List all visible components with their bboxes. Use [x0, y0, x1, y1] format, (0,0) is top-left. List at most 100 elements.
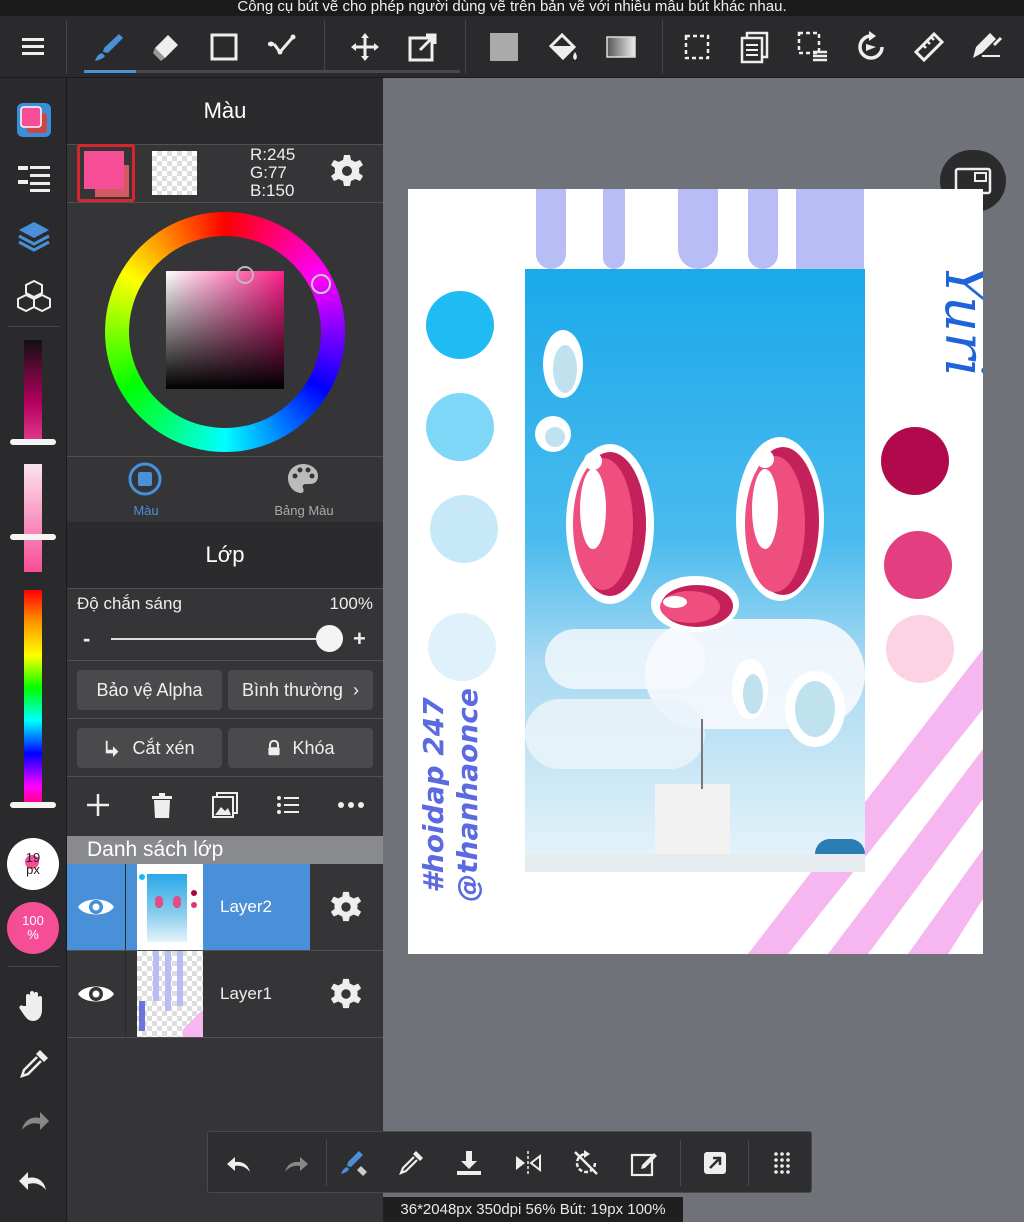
layer-copy-button[interactable] — [732, 24, 778, 70]
layer-more-button[interactable] — [336, 790, 366, 820]
layer-row[interactable]: Layer1 — [67, 951, 383, 1037]
rotate-tool-button[interactable] — [848, 24, 894, 70]
shape-tool-button[interactable] — [201, 24, 247, 70]
snap-tool-button[interactable] — [964, 24, 1010, 70]
tint-slider[interactable] — [24, 464, 42, 572]
shade-slider-thumb[interactable] — [10, 439, 56, 445]
redo-icon — [22, 1112, 49, 1130]
layer-visibility-toggle[interactable] — [67, 864, 125, 950]
hue-picker-handle[interactable] — [311, 274, 331, 294]
eyedropper-rail-button[interactable] — [10, 1040, 58, 1088]
tool-group-underline — [84, 70, 460, 73]
fill-color-button[interactable] — [481, 24, 527, 70]
layer-row[interactable]: Layer2 — [67, 864, 383, 950]
brush-size-label: 19 px — [25, 850, 41, 877]
drawing-document[interactable]: Yuri #hoidap 247 @thanhaonce — [408, 189, 983, 954]
menu-button[interactable] — [10, 24, 56, 70]
edit-canvas-button[interactable] — [623, 1142, 665, 1184]
brush-list-button[interactable] — [10, 154, 58, 202]
edit-canvas-icon — [630, 1153, 657, 1177]
brush-list-icon — [18, 166, 50, 192]
shade-slider[interactable] — [24, 340, 42, 443]
opacity-minus-button[interactable]: - — [83, 626, 90, 652]
primary-color-swatch[interactable] — [77, 144, 135, 202]
opacity-label: Độ chắn sáng — [77, 594, 182, 613]
tab-color-label: Màu — [133, 503, 159, 518]
transform-tool-button[interactable] — [400, 24, 446, 70]
layer-settings-button[interactable] — [329, 890, 365, 926]
lock-button[interactable]: Khóa — [228, 728, 373, 768]
blend-mode-button[interactable]: Bình thường › — [228, 670, 373, 710]
move-icon — [351, 33, 379, 61]
layers-button[interactable] — [10, 212, 58, 260]
brush-tool-button[interactable] — [86, 24, 132, 70]
status-bar: 36*2048px 350dpi 56% Bút: 19px 100% — [383, 1197, 683, 1222]
download-button[interactable] — [448, 1142, 490, 1184]
list-icon — [277, 796, 299, 814]
bucket-tool-button[interactable] — [540, 24, 586, 70]
opacity-slider-track[interactable] — [111, 638, 329, 640]
sv-picker-handle[interactable] — [236, 266, 254, 284]
tint-slider-thumb[interactable] — [10, 534, 56, 540]
color-swatch-icon — [17, 103, 51, 137]
share-button[interactable] — [694, 1142, 736, 1184]
undo-rail-button[interactable] — [10, 1156, 58, 1204]
layer-image-button[interactable] — [210, 790, 240, 820]
materials-icon — [17, 279, 51, 313]
rotate-reset-button[interactable] — [565, 1142, 607, 1184]
redo-button[interactable] — [275, 1142, 317, 1184]
layer-list-title: Danh sách lớp — [67, 836, 383, 864]
select-mode-button[interactable] — [790, 24, 836, 70]
tab-palette[interactable]: Bảng Màu — [225, 457, 383, 521]
signature-right: Yuri — [932, 264, 983, 377]
flip-horizontal-button[interactable] — [507, 1142, 549, 1184]
move-tool-button[interactable] — [342, 24, 388, 70]
clip-button[interactable]: Cắt xén — [77, 728, 222, 768]
gradient-tool-button[interactable] — [598, 24, 644, 70]
layer-visibility-toggle[interactable] — [67, 951, 125, 1037]
more-options-button[interactable] — [761, 1142, 803, 1184]
eraser-tool-button[interactable] — [143, 24, 189, 70]
secondary-color-swatch[interactable] — [152, 151, 197, 195]
dot-tool-button[interactable] — [259, 24, 305, 70]
lock-label: Khóa — [292, 737, 335, 758]
saturation-value-square[interactable] — [166, 271, 284, 389]
eye-icon — [78, 986, 114, 1002]
more-icon — [338, 802, 364, 808]
gear-icon — [330, 891, 362, 922]
add-layer-button[interactable] — [83, 790, 113, 820]
delete-layer-button[interactable] — [147, 790, 177, 820]
opacity-slider-thumb[interactable] — [316, 625, 343, 652]
color-settings-button[interactable] — [329, 153, 365, 189]
eyedropper-button[interactable] — [390, 1142, 432, 1184]
opacity-plus-button[interactable]: + — [353, 626, 366, 652]
hue-slider-thumb[interactable] — [10, 802, 56, 808]
select-tool-button[interactable] — [674, 24, 720, 70]
share-icon — [704, 1152, 726, 1174]
undo-button[interactable] — [218, 1142, 260, 1184]
brush-eraser-icon — [341, 1151, 367, 1176]
brush-eraser-toggle[interactable] — [333, 1142, 375, 1184]
alpha-protect-button[interactable]: Bảo vệ Alpha — [77, 670, 222, 710]
color-swatch-button[interactable] — [10, 96, 58, 144]
eye-icon — [78, 899, 114, 915]
layer-settings-button[interactable] — [329, 977, 365, 1013]
top-toolbar — [0, 16, 1024, 78]
tab-color[interactable]: Màu — [67, 457, 225, 521]
layer-list-button[interactable] — [273, 790, 303, 820]
ruler-tool-button[interactable] — [906, 24, 952, 70]
brush-opacity-button[interactable]: 100 % — [7, 902, 59, 954]
gear-icon — [330, 978, 362, 1009]
select-mode-icon — [797, 31, 827, 62]
layer-thumbnail — [137, 864, 203, 950]
materials-button[interactable] — [10, 272, 58, 320]
redo-rail-button[interactable] — [10, 1098, 58, 1146]
layer-panel-title: Lớp — [67, 522, 383, 588]
menu-icon — [22, 38, 44, 55]
hand-tool-button[interactable] — [10, 982, 58, 1030]
lock-icon — [268, 740, 281, 756]
rotate-icon — [858, 31, 884, 60]
brush-size-button[interactable]: 19 px — [7, 838, 59, 890]
active-tool-indicator — [84, 70, 136, 73]
hue-slider[interactable] — [24, 590, 42, 808]
